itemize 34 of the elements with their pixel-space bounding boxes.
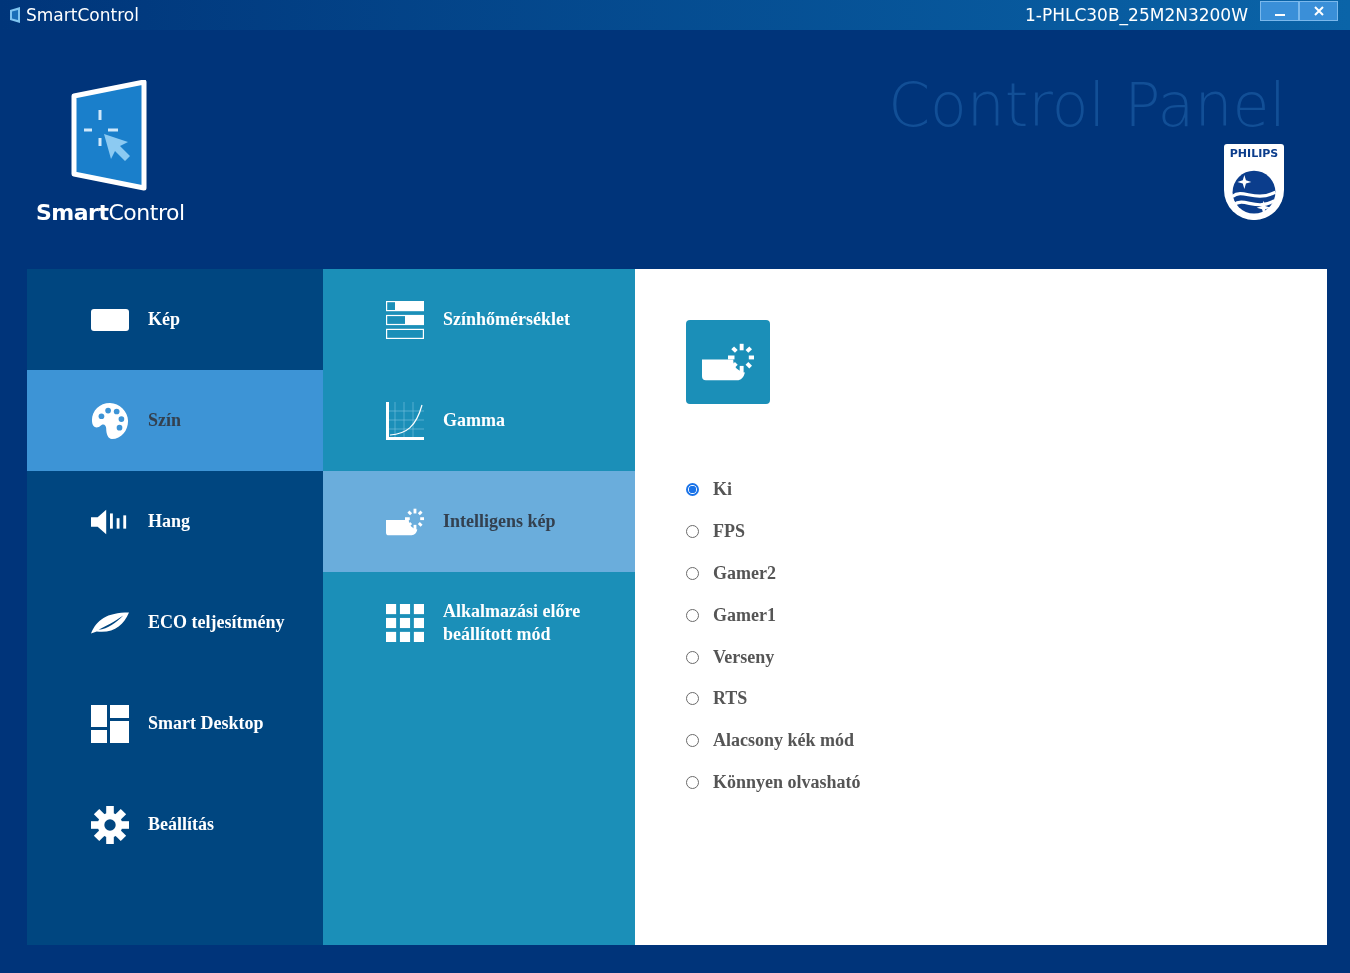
radio-option[interactable]: Alacsony kék mód: [686, 719, 1327, 762]
bars-icon: [386, 300, 424, 339]
submenu-item[interactable]: Intelligens kép: [323, 471, 635, 572]
gamma-curve-icon: [386, 401, 424, 440]
sidebar-item[interactable]: Hang: [27, 471, 323, 572]
sidebar-item[interactable]: Kép: [27, 269, 323, 370]
minimize-icon: [1274, 14, 1285, 16]
layout-icon: [91, 704, 129, 743]
submenu-item[interactable]: Gamma: [323, 370, 635, 471]
app-icon: [9, 7, 21, 23]
palette-icon: [91, 401, 129, 440]
radio-option[interactable]: FPS: [686, 510, 1327, 553]
radio-option[interactable]: RTS: [686, 678, 1327, 720]
radio-option[interactable]: Gamer2: [686, 552, 1327, 595]
smart-image-icon: [702, 342, 754, 382]
brand-shield-logo: PHILIPS: [1224, 144, 1284, 220]
radio-option[interactable]: Verseny: [686, 636, 1327, 678]
radio-button[interactable]: [686, 483, 699, 497]
close-icon: [1312, 5, 1325, 17]
submenu-item[interactable]: Alkalmazási előre beállított mód: [323, 572, 635, 673]
radio-option[interactable]: Könnyen olvasható: [686, 761, 1327, 804]
minimize-button[interactable]: [1260, 1, 1299, 21]
window-title: SmartControl: [26, 5, 139, 25]
sidebar-item[interactable]: Smart Desktop: [27, 673, 323, 774]
grid-icon: [386, 603, 424, 642]
close-button[interactable]: [1299, 1, 1338, 21]
submenu-item[interactable]: Színhőmérséklet: [323, 269, 635, 370]
sidebar-item[interactable]: ECO teljesítmény: [27, 572, 323, 673]
logo-text: SmartControl: [36, 200, 185, 225]
settings-icon: [91, 805, 129, 844]
radio-option[interactable]: Gamer1: [686, 594, 1327, 637]
sidebar-item[interactable]: Beállítás: [27, 774, 323, 875]
radio-option[interactable]: Ki: [686, 469, 1327, 511]
device-name: 1-PHLC30B_25M2N3200W: [1024, 5, 1248, 25]
